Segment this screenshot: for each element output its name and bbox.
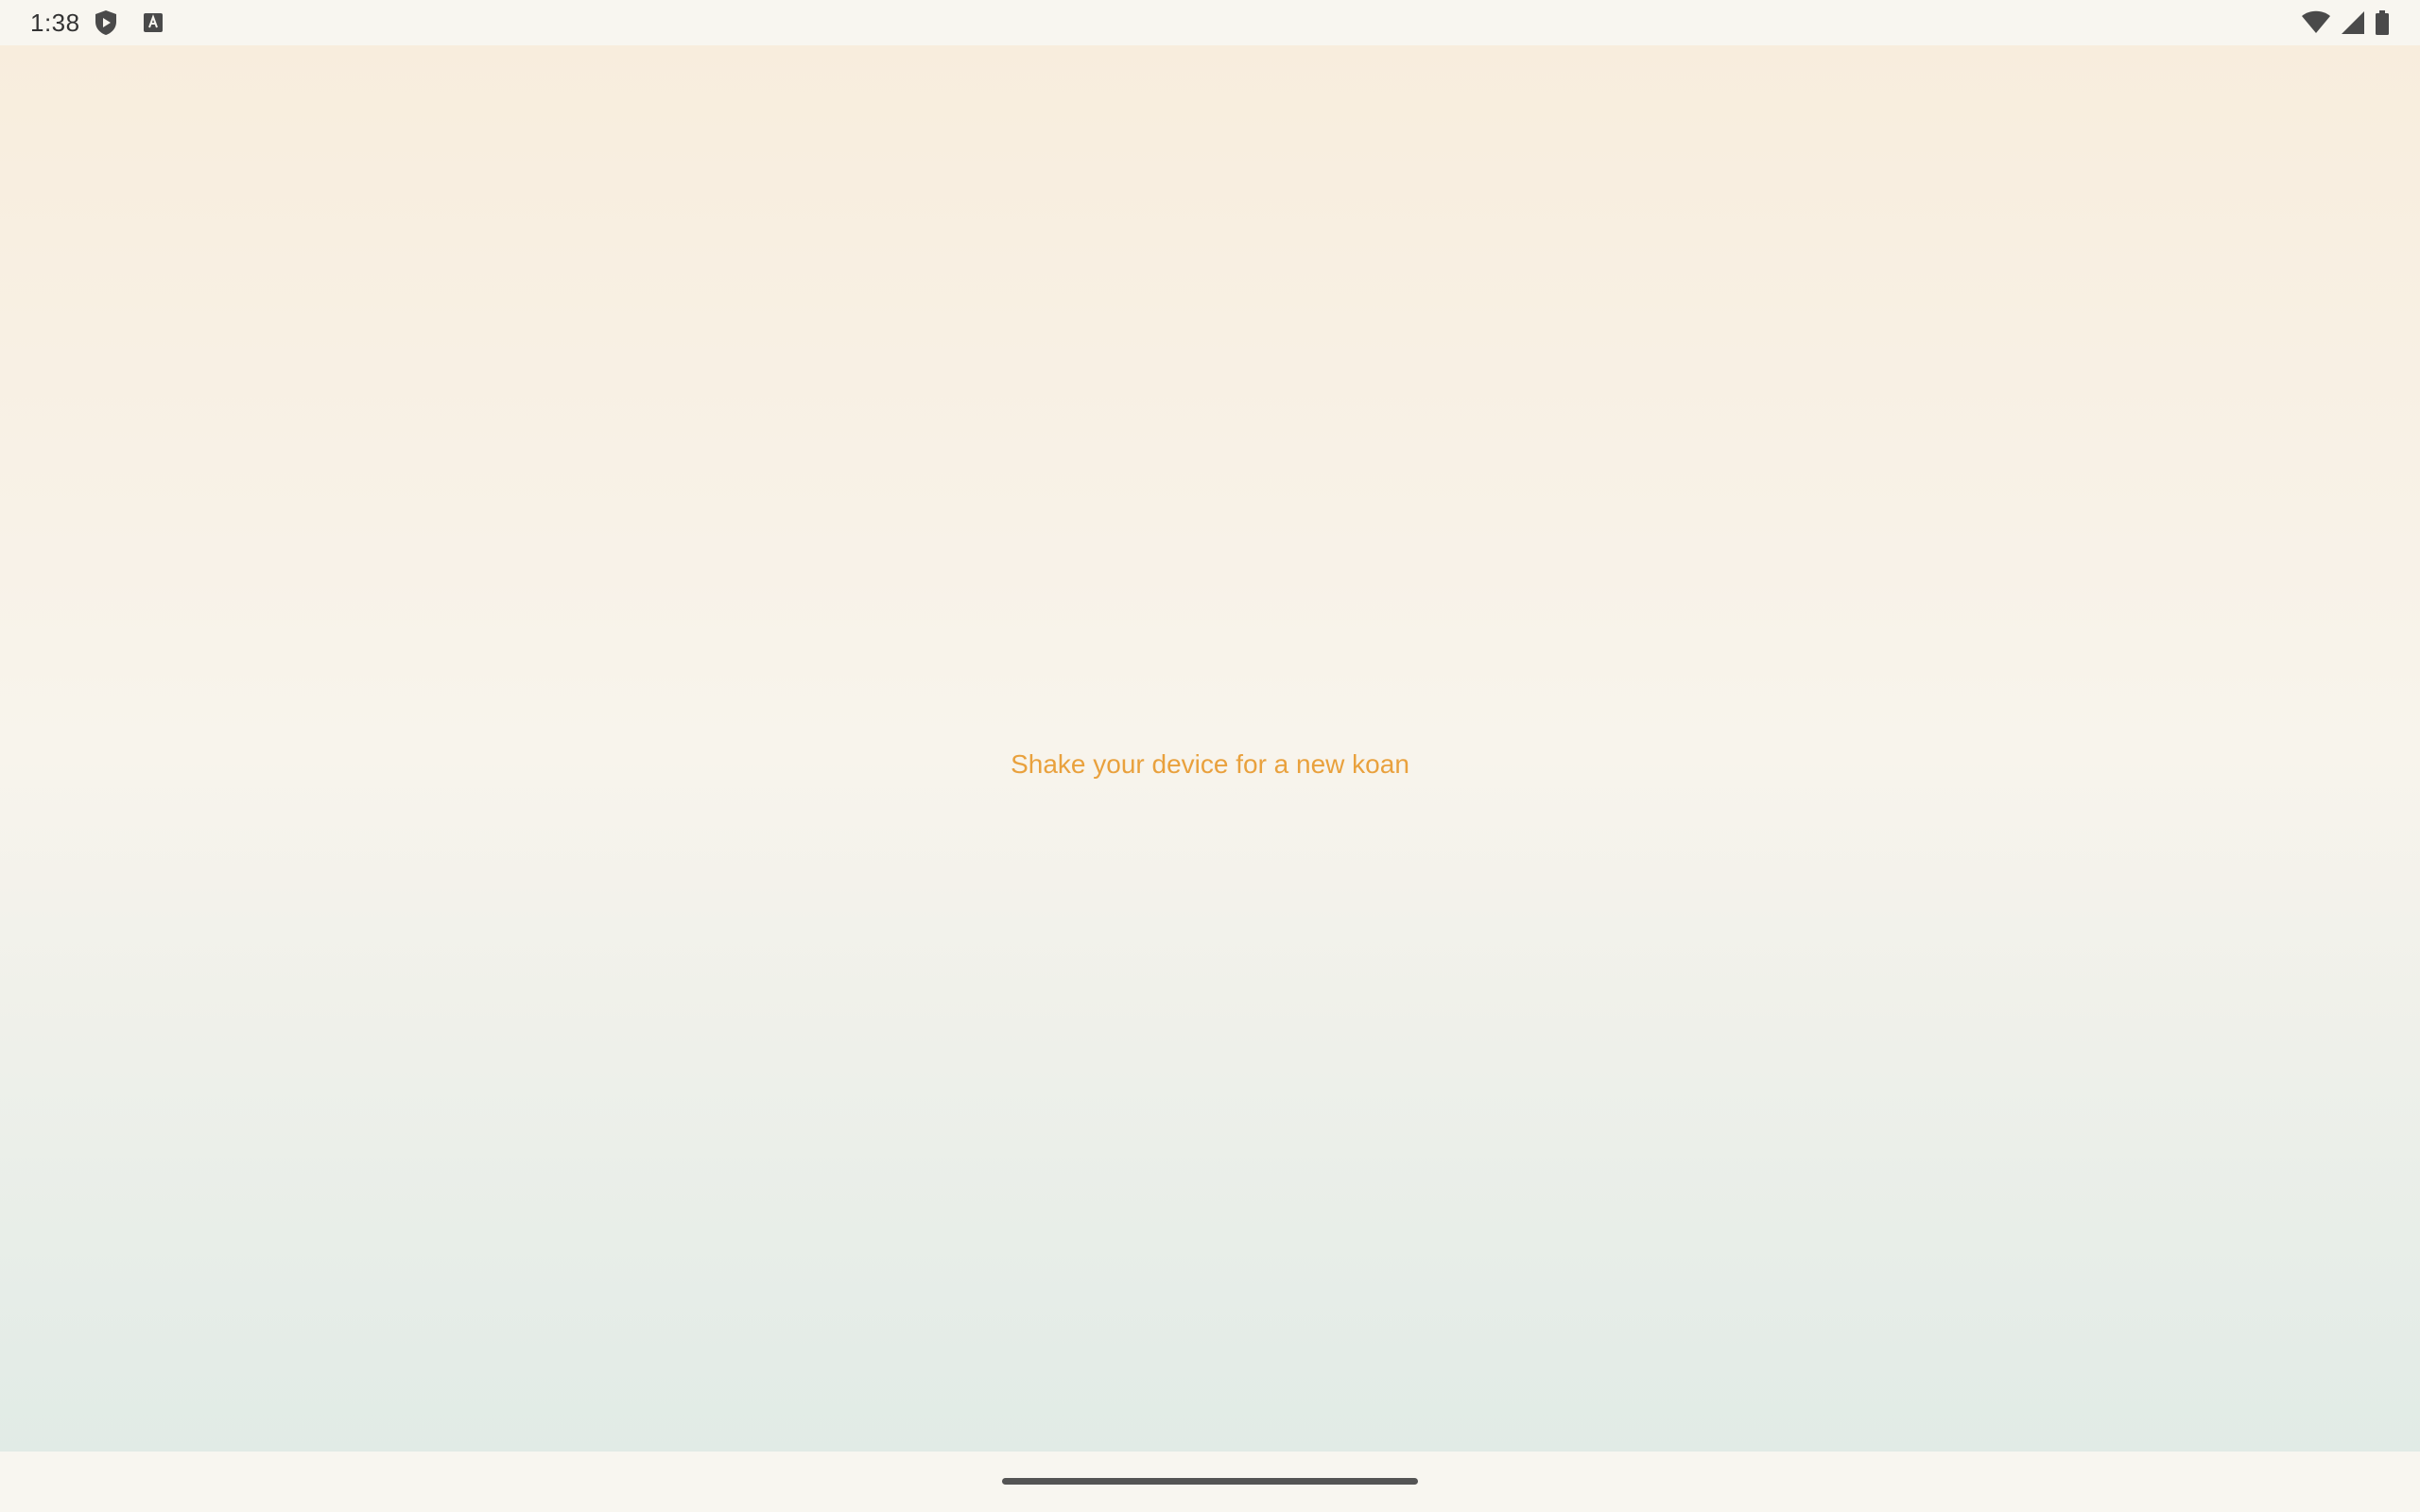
status-clock: 1:38 [30,8,80,37]
shield-play-icon [94,9,118,36]
navigation-bar [0,1452,2420,1512]
status-right-group [2301,0,2390,45]
status-left-group: 1:38 [30,0,164,45]
home-gesture-handle[interactable] [1002,1478,1418,1485]
keyboard-a-icon [143,12,164,33]
wifi-icon [2301,10,2331,35]
cell-signal-icon [2341,10,2365,35]
battery-icon [2375,10,2390,35]
koan-screen[interactable]: Shake your device for a new koan [0,45,2420,1452]
status-bar: 1:38 [0,0,2420,45]
shake-prompt-text: Shake your device for a new koan [1011,749,1409,779]
